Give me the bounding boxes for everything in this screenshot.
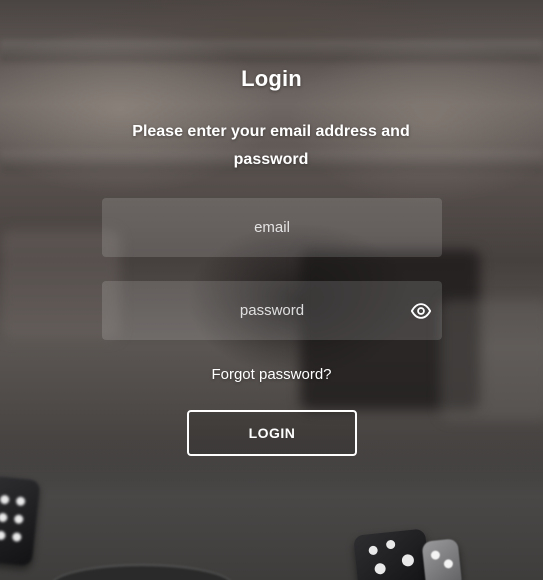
login-button[interactable]: LOGIN	[187, 410, 357, 456]
login-form: Login Please enter your email address an…	[0, 0, 543, 580]
forgot-password-row: Forgot password?	[0, 366, 543, 383]
password-field[interactable]	[102, 281, 442, 340]
page-title: Login	[241, 66, 302, 91]
login-instructions: Please enter your email address and pass…	[132, 123, 410, 168]
password-field-container	[102, 281, 442, 340]
forgot-password-link[interactable]: Forgot password?	[211, 366, 331, 383]
eye-icon[interactable]	[410, 300, 432, 322]
email-field[interactable]	[102, 198, 442, 257]
email-field-container	[102, 198, 442, 257]
